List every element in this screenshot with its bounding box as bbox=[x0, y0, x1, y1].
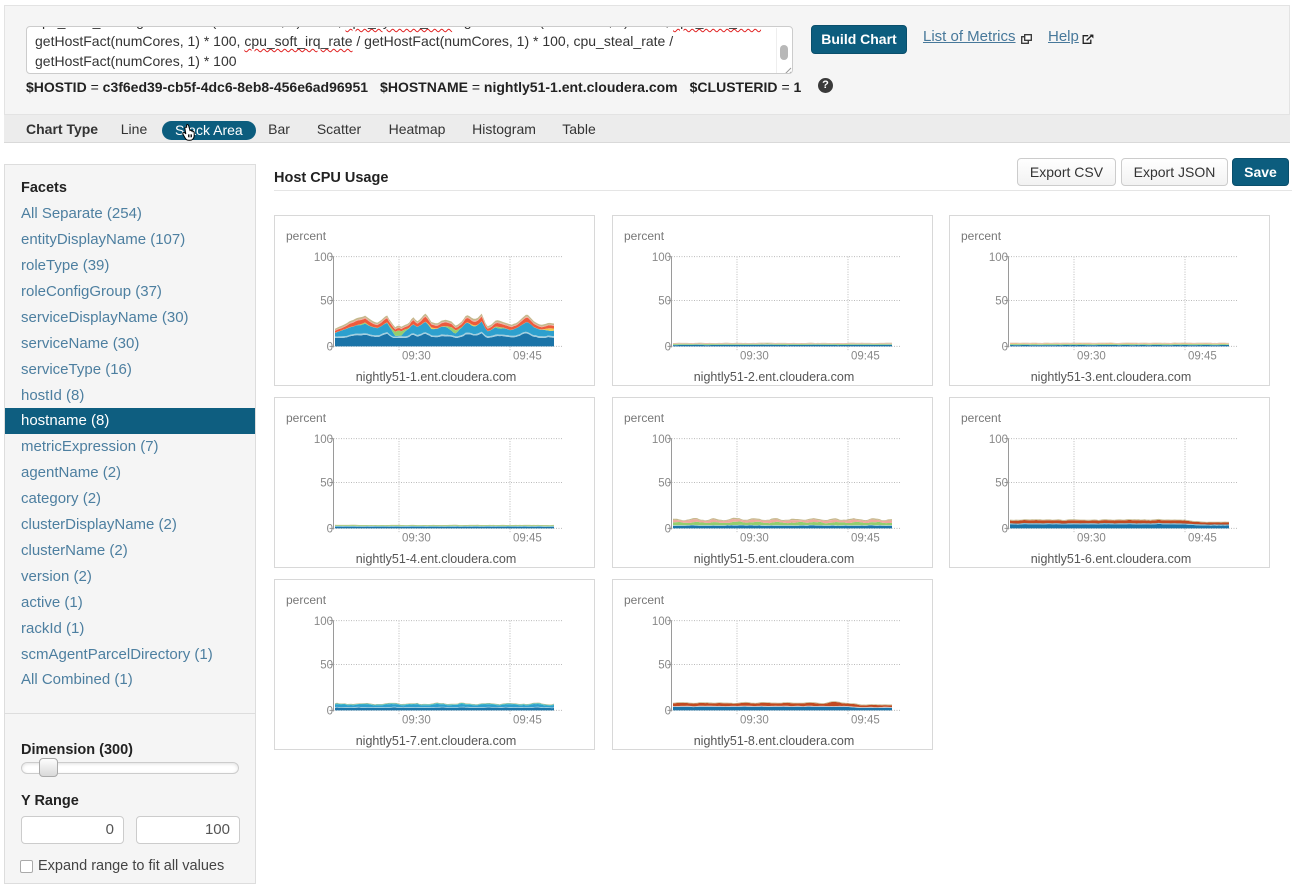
svg-text:09:30: 09:30 bbox=[402, 351, 431, 363]
svg-text:100: 100 bbox=[989, 252, 1008, 264]
svg-text:0: 0 bbox=[327, 342, 333, 354]
svg-text:percent: percent bbox=[961, 229, 1002, 243]
svg-text:50: 50 bbox=[995, 478, 1008, 490]
svg-text:nightly51-8.ent.cloudera.com: nightly51-8.ent.cloudera.com bbox=[694, 734, 855, 748]
svg-text:50: 50 bbox=[658, 478, 671, 490]
svg-text:100: 100 bbox=[989, 434, 1008, 446]
svg-text:percent: percent bbox=[286, 593, 327, 607]
svg-text:09:30: 09:30 bbox=[1077, 351, 1106, 363]
svg-text:09:45: 09:45 bbox=[1188, 533, 1217, 545]
svg-text:nightly51-1.ent.cloudera.com: nightly51-1.ent.cloudera.com bbox=[356, 370, 517, 384]
svg-text:50: 50 bbox=[320, 296, 333, 308]
svg-text:nightly51-4.ent.cloudera.com: nightly51-4.ent.cloudera.com bbox=[356, 552, 517, 566]
svg-text:0: 0 bbox=[327, 524, 333, 536]
svg-text:percent: percent bbox=[624, 411, 665, 425]
svg-text:0: 0 bbox=[665, 342, 671, 354]
svg-text:nightly51-5.ent.cloudera.com: nightly51-5.ent.cloudera.com bbox=[694, 552, 855, 566]
svg-text:100: 100 bbox=[314, 434, 333, 446]
svg-text:09:45: 09:45 bbox=[513, 533, 542, 545]
svg-text:09:30: 09:30 bbox=[740, 351, 769, 363]
svg-text:09:30: 09:30 bbox=[402, 533, 431, 545]
svg-text:50: 50 bbox=[320, 660, 333, 672]
svg-text:09:45: 09:45 bbox=[851, 715, 880, 727]
svg-text:nightly51-6.ent.cloudera.com: nightly51-6.ent.cloudera.com bbox=[1031, 552, 1192, 566]
svg-text:09:30: 09:30 bbox=[740, 533, 769, 545]
svg-text:09:45: 09:45 bbox=[851, 533, 880, 545]
svg-text:09:45: 09:45 bbox=[1188, 351, 1217, 363]
svg-text:09:30: 09:30 bbox=[402, 715, 431, 727]
svg-text:09:45: 09:45 bbox=[513, 351, 542, 363]
svg-text:percent: percent bbox=[286, 229, 327, 243]
svg-text:09:30: 09:30 bbox=[1077, 533, 1106, 545]
svg-text:100: 100 bbox=[314, 252, 333, 264]
svg-text:percent: percent bbox=[624, 229, 665, 243]
svg-text:nightly51-7.ent.cloudera.com: nightly51-7.ent.cloudera.com bbox=[356, 734, 517, 748]
svg-text:nightly51-3.ent.cloudera.com: nightly51-3.ent.cloudera.com bbox=[1031, 370, 1192, 384]
svg-text:0: 0 bbox=[665, 524, 671, 536]
svg-text:100: 100 bbox=[652, 434, 671, 446]
svg-text:09:30: 09:30 bbox=[740, 715, 769, 727]
svg-text:nightly51-2.ent.cloudera.com: nightly51-2.ent.cloudera.com bbox=[694, 370, 855, 384]
svg-text:09:45: 09:45 bbox=[513, 715, 542, 727]
svg-text:0: 0 bbox=[665, 706, 671, 718]
svg-text:100: 100 bbox=[314, 616, 333, 628]
svg-text:100: 100 bbox=[652, 616, 671, 628]
svg-text:100: 100 bbox=[652, 252, 671, 264]
svg-text:percent: percent bbox=[286, 411, 327, 425]
svg-text:50: 50 bbox=[658, 296, 671, 308]
svg-text:50: 50 bbox=[658, 660, 671, 672]
svg-text:50: 50 bbox=[995, 296, 1008, 308]
svg-text:0: 0 bbox=[1002, 342, 1008, 354]
svg-text:percent: percent bbox=[624, 593, 665, 607]
svg-text:percent: percent bbox=[961, 411, 1002, 425]
svg-text:09:45: 09:45 bbox=[851, 351, 880, 363]
svg-text:50: 50 bbox=[320, 478, 333, 490]
svg-text:0: 0 bbox=[1002, 524, 1008, 536]
svg-text:0: 0 bbox=[327, 706, 333, 718]
